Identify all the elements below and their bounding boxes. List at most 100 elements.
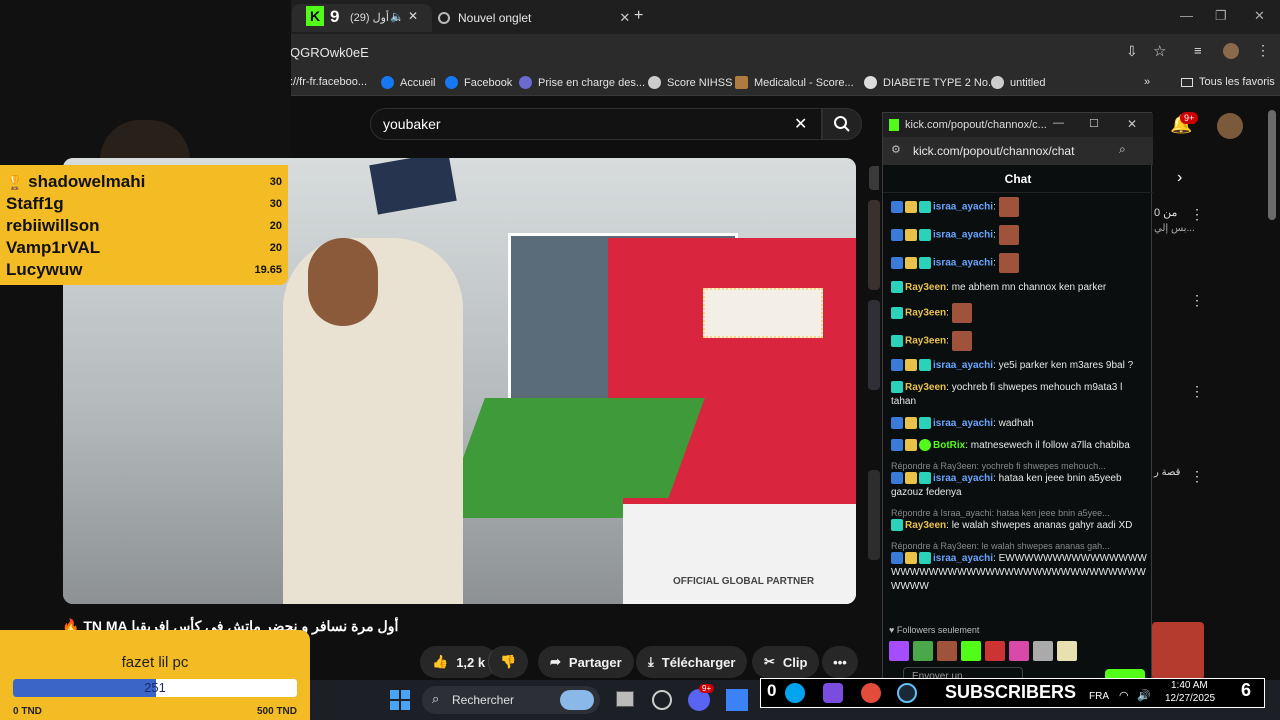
chevron-right-icon[interactable]: » (1144, 76, 1150, 88)
chevron-right-icon[interactable]: › (1177, 169, 1182, 187)
recommendation-thumb[interactable] (868, 300, 880, 390)
more-button[interactable]: ••• (822, 646, 858, 678)
menu-icon[interactable]: ⋮ (1256, 42, 1270, 59)
like-button[interactable]: 👍 1,2 k (420, 646, 498, 678)
bookmark-item[interactable]: Accueil (381, 76, 435, 89)
sub-badge-icon (919, 201, 931, 213)
recommendation-thumb[interactable] (868, 470, 880, 560)
chat-username[interactable]: Ray3een (905, 282, 946, 293)
clear-search-icon[interactable]: ✕ (794, 114, 807, 134)
more-vert-icon[interactable]: ⋮ (1190, 206, 1204, 223)
search-input[interactable]: youbaker (370, 108, 822, 140)
chat-username[interactable]: Ray3een (905, 382, 946, 393)
restore-icon[interactable]: ❐ (1215, 8, 1227, 24)
more-vert-icon[interactable]: ⋮ (1190, 292, 1204, 309)
steam-icon[interactable] (897, 683, 917, 703)
language-indicator[interactable]: FRA (1089, 691, 1109, 702)
profile-avatar[interactable] (1223, 43, 1239, 59)
clock-time[interactable]: 1:40 AM (1171, 680, 1208, 691)
windows-start-icon[interactable] (390, 690, 410, 710)
app-icon[interactable] (823, 683, 843, 703)
emote[interactable] (937, 641, 957, 661)
scrollbar[interactable] (1268, 110, 1276, 220)
edge-icon[interactable] (785, 683, 805, 703)
chat-username[interactable]: israa_ayachi (933, 473, 993, 484)
emote[interactable] (985, 641, 1005, 661)
close-icon[interactable]: ✕ (408, 9, 418, 23)
badge-icon (891, 417, 903, 430)
share-button[interactable]: ➦ Partager (538, 646, 634, 678)
trophy-icon: 🏆 (6, 174, 24, 190)
goal-title: fazet lil pc (121, 654, 189, 671)
more-vert-icon[interactable]: ⋮ (1190, 468, 1204, 485)
search-button[interactable] (822, 108, 862, 140)
popout-url-bar[interactable]: ⚙ kick.com/popout/channox/chat ⌕ (883, 137, 1153, 165)
star-icon[interactable]: ☆ (1153, 42, 1166, 60)
chat-message: israa_ayachi: EWWWWWWWWWWWWWWWWWWWWWWWWW… (891, 552, 1147, 592)
volume-icon[interactable]: 🔊 (1137, 689, 1151, 702)
clip-button[interactable]: ✂ Clip (752, 646, 820, 678)
weather-icon (560, 690, 594, 710)
verified-icon (919, 439, 931, 452)
new-tab-icon[interactable]: + (634, 7, 643, 25)
emote[interactable] (889, 641, 909, 661)
more-vert-icon[interactable]: ⋮ (1190, 383, 1204, 400)
emote[interactable] (1009, 641, 1029, 661)
chrome-icon[interactable] (861, 683, 881, 703)
search-icon[interactable]: ⌕ (1119, 142, 1126, 157)
close-icon[interactable]: ✕ (619, 10, 630, 26)
chat-username[interactable]: BotRix (933, 440, 965, 451)
maximize-icon[interactable]: ☐ (1089, 117, 1099, 130)
recommendation-thumb[interactable] (868, 200, 880, 290)
minimize-icon[interactable]: — (1053, 117, 1064, 129)
taskbar-search[interactable]: ⌕ Rechercher (422, 686, 600, 714)
media-icon[interactable]: ≡ (1194, 43, 1202, 58)
site-settings-icon[interactable]: ⚙ (891, 143, 901, 156)
bookmark-item[interactable]: untitled (991, 76, 1045, 89)
chat-username[interactable]: israa_ayachi (933, 553, 993, 564)
close-icon[interactable]: ✕ (1127, 117, 1137, 131)
emote-bar[interactable] (889, 641, 1089, 661)
bookmark-item[interactable]: Facebook (445, 76, 512, 89)
clock-date[interactable]: 12/27/2025 (1165, 693, 1215, 704)
chat-username[interactable]: israa_ayachi (933, 258, 993, 269)
minimize-icon[interactable]: — (1180, 8, 1193, 23)
window-close-icon[interactable]: ✕ (1254, 8, 1265, 24)
task-view-icon[interactable] (616, 691, 634, 707)
download-icon: ⤓ (648, 654, 654, 669)
chat-username[interactable]: Ray3een (905, 336, 946, 347)
emote[interactable] (913, 641, 933, 661)
emote[interactable] (1057, 641, 1077, 661)
install-icon[interactable]: ⇩ (1126, 43, 1138, 60)
wifi-icon[interactable]: ◠ (1119, 689, 1129, 702)
emote[interactable] (961, 641, 981, 661)
bookmark-item[interactable]: Medicalcul - Score... (735, 76, 854, 89)
download-button[interactable]: ⤓ Télécharger (636, 646, 748, 678)
tab-badge: 9 (330, 7, 340, 26)
chat-username[interactable]: Ray3een (905, 520, 946, 531)
clip-label: Clip (782, 654, 808, 670)
all-bookmarks[interactable]: Tous les favoris (1181, 76, 1275, 88)
chat-username[interactable]: israa_ayachi (933, 230, 993, 241)
bookmark-item[interactable]: DIABETE TYPE 2 No... (864, 76, 997, 89)
dislike-button[interactable]: 👎 (488, 646, 528, 678)
chat-username[interactable]: israa_ayachi (933, 202, 993, 213)
avatar[interactable] (1217, 113, 1243, 139)
bookmark-item[interactable]: Score NIHSS (648, 76, 732, 89)
bookmark-label: untitled (1010, 76, 1046, 89)
emote[interactable] (1033, 641, 1053, 661)
audio-icon[interactable]: 🔈 (390, 10, 404, 23)
recommendation-thumb[interactable] (1152, 622, 1204, 680)
app-icon[interactable] (726, 689, 748, 711)
app-icon[interactable] (652, 690, 672, 710)
chat-username[interactable]: israa_ayachi (933, 418, 993, 429)
tab-new[interactable]: Nouvel onglet ✕ (438, 4, 630, 32)
address-bar[interactable]: QGROwk0eE (290, 45, 369, 60)
bookmark-item[interactable]: Prise en charge des... (519, 76, 645, 89)
chat-username[interactable]: Ray3een (905, 308, 946, 319)
crown-icon (905, 472, 917, 485)
bookmark-item[interactable]: ://fr-fr.faceboo... (290, 76, 367, 88)
chat-username[interactable]: israa_ayachi (933, 360, 993, 371)
tab-active[interactable]: K 9 (29) أول ... 🔈 ✕ (292, 4, 432, 32)
chat-message: Ray3een: le walah shwepes ananas gahyr a… (891, 519, 1147, 533)
